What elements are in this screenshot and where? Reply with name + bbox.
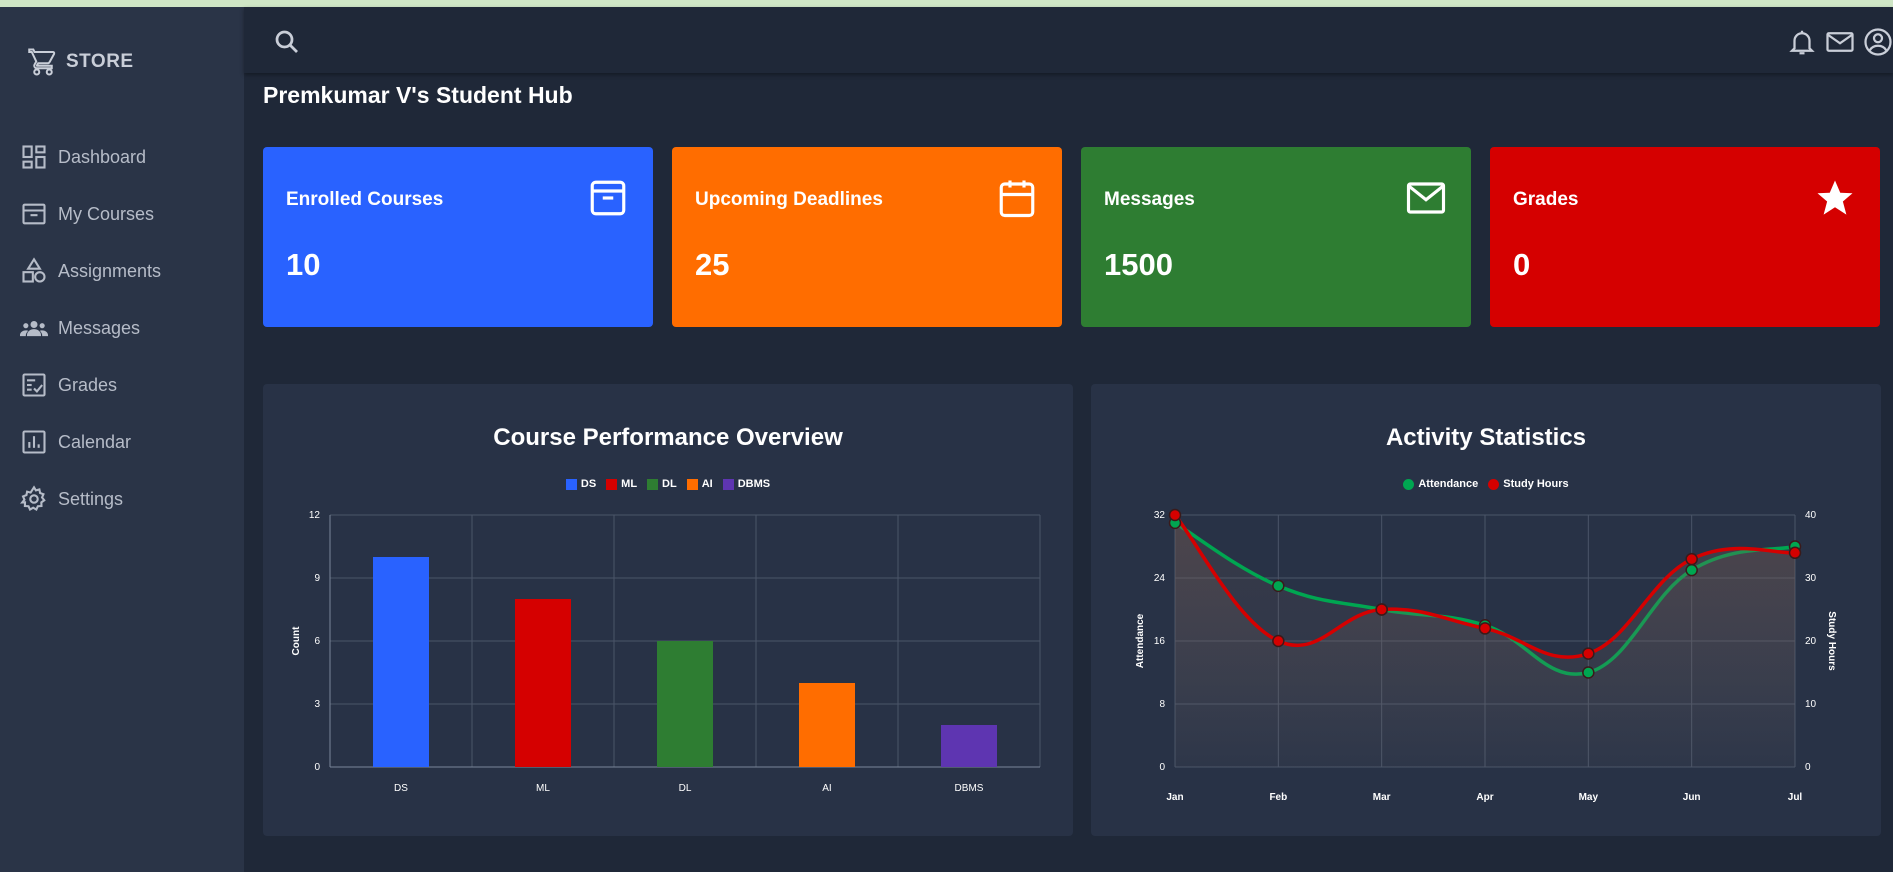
sidebar-item-calendar[interactable]: Calendar [20, 424, 131, 460]
calendar-icon [999, 180, 1035, 218]
card-title: Grades [1513, 189, 1579, 210]
bar-ai [799, 683, 855, 767]
y-tick-label-left: 0 [1159, 762, 1165, 773]
shapes-icon [22, 257, 46, 283]
card-title: Enrolled Courses [286, 189, 444, 210]
x-tick-label: DBMS [955, 783, 984, 794]
x-tick-label: Jul [1788, 792, 1803, 803]
people-icon [20, 321, 48, 337]
y-tick-label-right: 20 [1805, 636, 1817, 647]
sidebar: STORE Dashboard My Courses Assignments M… [0, 7, 244, 872]
data-point-study-hours [1685, 552, 1698, 566]
data-point-study-hours [1375, 603, 1388, 616]
bar-chart: 0 3 6 9 12 DS ML DL AI DBMS Count [291, 510, 1041, 794]
line-chart: 0 0 8 10 16 20 24 30 32 40 Jan Feb Mar Apr May Jun Jul At… [1135, 508, 1837, 803]
bar-ds [373, 557, 429, 767]
star-icon [1817, 180, 1853, 215]
dashboard-icon [22, 145, 46, 169]
sidebar-item-assignments[interactable]: Assignments [20, 253, 161, 289]
search-icon[interactable] [272, 27, 302, 57]
top-icons [1787, 27, 1893, 57]
y-tick-label-right: 0 [1805, 762, 1811, 773]
data-point-study-hours [1788, 546, 1802, 560]
archive-icon [590, 180, 626, 216]
sidebar-item-settings[interactable]: Settings [20, 481, 123, 517]
activity-statistics-panel: Activity Statistics Attendance Study Hou… [1091, 384, 1881, 836]
y-tick-label: 3 [314, 699, 320, 710]
bar-ml [515, 599, 571, 767]
y-tick-label-left: 24 [1154, 573, 1166, 584]
y-tick-label: 9 [314, 573, 320, 584]
sidebar-item-label: Calendar [58, 431, 132, 452]
card-title: Messages [1104, 189, 1195, 210]
grades-icon [22, 373, 46, 397]
x-tick-label: DS [394, 783, 408, 794]
top-bar [244, 7, 1893, 73]
bar-chart-icon [22, 430, 46, 454]
gear-icon [20, 485, 46, 511]
brand-logo[interactable]: STORE [28, 47, 134, 77]
sidebar-item-label: Settings [58, 488, 124, 509]
card-value: 25 [695, 247, 730, 282]
y-tick-label-left: 32 [1154, 510, 1166, 521]
card-title: Upcoming Deadlines [695, 189, 883, 210]
x-tick-label: Mar [1373, 792, 1391, 803]
card-value: 0 [1513, 247, 1531, 282]
account-icon[interactable] [1863, 27, 1893, 57]
brand-name: STORE [66, 51, 134, 72]
sidebar-item-messages[interactable]: Messages [20, 310, 140, 346]
bar-dl [657, 641, 713, 767]
card-value: 1500 [1104, 247, 1173, 282]
x-tick-label: Feb [1269, 792, 1287, 803]
archive-icon [22, 203, 46, 225]
y-tick-label: 12 [309, 510, 321, 521]
data-point-study-hours [1478, 622, 1492, 635]
data-point-attendance [1582, 666, 1595, 679]
x-tick-label: Jun [1683, 792, 1701, 803]
sidebar-item-my-courses[interactable]: My Courses [20, 196, 154, 232]
top-stripe [0, 0, 1893, 7]
card-messages[interactable]: Messages 1500 [1081, 147, 1471, 327]
card-upcoming-deadlines[interactable]: Upcoming Deadlines 25 [672, 147, 1062, 327]
data-point-study-hours [1168, 508, 1182, 522]
y-tick-label-right: 10 [1805, 699, 1817, 710]
x-tick-label: AI [822, 783, 831, 794]
data-point-study-hours [1272, 634, 1285, 648]
x-tick-label: ML [536, 783, 550, 794]
bell-icon[interactable] [1787, 27, 1817, 57]
y-tick-label-right: 30 [1805, 573, 1817, 584]
y-axis-label-left: Attendance [1135, 613, 1146, 668]
mail-icon[interactable] [1825, 27, 1855, 57]
y-axis-label-right: Study Hours [1826, 611, 1837, 671]
sidebar-item-dashboard[interactable]: Dashboard [20, 139, 146, 175]
card-value: 10 [286, 247, 321, 282]
y-tick-label-left: 16 [1154, 636, 1166, 647]
page-title: Premkumar V's Student Hub [263, 82, 573, 108]
sidebar-item-label: Grades [58, 374, 118, 395]
x-tick-label: DL [679, 783, 692, 794]
x-tick-label: Apr [1476, 792, 1493, 803]
card-grades[interactable]: Grades 0 [1490, 147, 1880, 327]
data-point-study-hours [1582, 647, 1595, 660]
course-performance-panel: Course Performance Overview DS ML DL AI … [263, 384, 1073, 836]
y-tick-label: 6 [314, 636, 320, 647]
sidebar-item-label: Messages [58, 317, 141, 338]
x-tick-label: May [1579, 792, 1599, 803]
sidebar-item-grades[interactable]: Grades [20, 367, 117, 403]
sidebar-item-label: Dashboard [58, 146, 147, 167]
y-tick-label: 0 [314, 762, 320, 773]
sidebar-item-label: Assignments [58, 260, 162, 281]
data-point-attendance [1272, 579, 1285, 593]
y-tick-label-left: 8 [1159, 699, 1165, 710]
y-tick-label-right: 40 [1805, 510, 1817, 521]
bar-dbms [941, 725, 997, 767]
card-enrolled-courses[interactable]: Enrolled Courses 10 [263, 147, 653, 327]
x-tick-label: Jan [1166, 792, 1183, 803]
data-point-attendance [1685, 563, 1698, 577]
y-axis-label: Count [291, 626, 302, 656]
cart-icon [28, 48, 56, 76]
sidebar-item-label: My Courses [58, 203, 155, 224]
mail-icon [1406, 182, 1446, 214]
